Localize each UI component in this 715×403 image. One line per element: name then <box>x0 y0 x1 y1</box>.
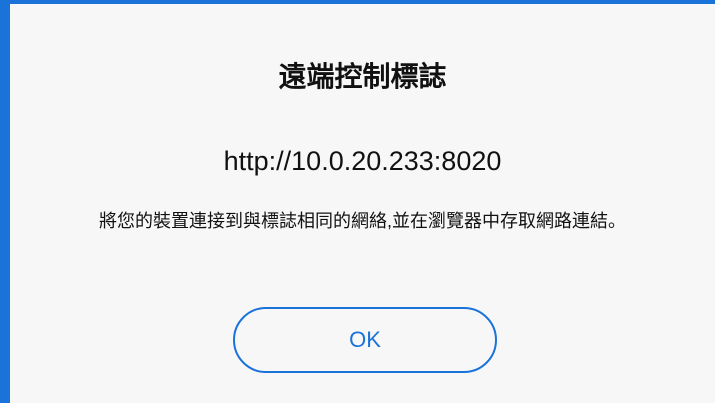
ok-button[interactable]: OK <box>233 307 497 373</box>
remote-control-dialog: 遠端控制標誌 http://10.0.20.233:8020 將您的裝置連接到與… <box>10 4 715 403</box>
dialog-message: 將您的裝置連接到與標誌相同的網絡,並在瀏覽器中存取網路連結。 <box>99 211 626 231</box>
dialog-title: 遠端控制標誌 <box>278 61 447 92</box>
remote-url: http://10.0.20.233:8020 <box>223 146 502 176</box>
